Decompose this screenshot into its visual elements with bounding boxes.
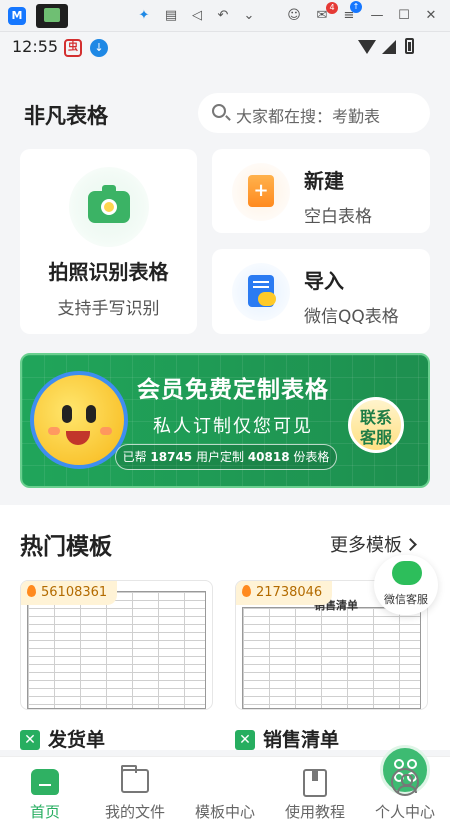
banner-title: 会员免费定制表格 <box>137 377 329 403</box>
new-sheet-card[interactable]: + 新建 空白表格 <box>212 149 430 233</box>
battery-icon <box>405 38 414 54</box>
maximize-icon[interactable]: ☐ <box>395 7 413 25</box>
banner-stats: 已帮 18745 用户定制 40818 份表格 <box>115 444 337 470</box>
wechat-icon <box>392 561 422 585</box>
undo-icon[interactable]: ↶ <box>214 7 232 25</box>
template-name[interactable]: ✕ 发货单 <box>20 725 105 752</box>
mail-badge: 4 <box>326 2 338 14</box>
template-preview <box>242 607 421 709</box>
search-placeholder: 大家都在搜：考勤表 <box>236 107 381 126</box>
import-card-subtitle: 微信QQ表格 <box>304 307 399 327</box>
membership-banner[interactable]: 会员免费定制表格 私人订制仅您可见 已帮 18745 用户定制 40818 份表… <box>20 353 430 488</box>
hot-templates-section: 热门模板 更多模板 56108361 21738046 销售清单 ✕ 发货单 ✕ 销… <box>0 505 450 752</box>
keyboard-icon[interactable]: ▤ <box>162 7 180 25</box>
nav-item-tutorial[interactable]: 使用教程 <box>270 757 360 830</box>
heat-badge: 56108361 <box>21 581 118 605</box>
template-preview <box>27 591 206 709</box>
photo-card-subtitle: 支持手写识别 <box>57 299 160 319</box>
section-title: 热门模板 <box>20 534 112 560</box>
app-icon-blue[interactable]: M <box>8 7 26 25</box>
folder-icon <box>121 765 149 793</box>
new-doc-icon: + <box>248 175 274 207</box>
new-card-subtitle: 空白表格 <box>304 207 372 227</box>
import-sheet-card[interactable]: 导入 微信QQ表格 <box>212 249 430 334</box>
wechat-service-float-button[interactable]: 微信客服 <box>374 555 438 615</box>
notification-app-icon: 虫 <box>64 39 82 57</box>
photo-recognize-card[interactable]: 拍照识别表格 支持手写识别 <box>20 149 197 334</box>
banner-subtitle: 私人订制仅您可见 <box>153 416 313 437</box>
flame-icon <box>242 585 251 597</box>
book-icon <box>303 769 327 797</box>
close-icon[interactable]: ✕ <box>422 7 440 25</box>
chevron-down-icon[interactable]: ⌄ <box>240 7 258 25</box>
butterfly-icon[interactable]: ✦ <box>135 7 153 25</box>
chevron-right-icon <box>404 538 417 551</box>
template-name[interactable]: ✕ 销售清单 <box>235 725 339 752</box>
camera-icon <box>88 185 130 223</box>
user-icon[interactable]: ☺ <box>285 7 303 25</box>
app-thumbnail[interactable] <box>36 4 68 28</box>
nav-item-profile[interactable]: 个人中心 <box>360 757 450 830</box>
volume-icon[interactable]: ◁ <box>188 7 206 25</box>
search-bar[interactable]: 大家都在搜：考勤表 <box>198 93 430 133</box>
new-doc-icon-bg: + <box>232 163 290 221</box>
contact-service-button[interactable]: 联系 客服 <box>348 397 404 453</box>
flame-icon <box>27 585 36 597</box>
minimize-icon[interactable]: — <box>368 7 386 25</box>
heat-badge: 21738046 <box>236 581 333 605</box>
wifi-icon <box>358 40 376 54</box>
status-time: 12:55 <box>12 37 59 56</box>
template-card[interactable]: 56108361 <box>20 580 213 710</box>
signal-icon <box>382 40 396 54</box>
import-doc-icon <box>248 275 276 307</box>
download-icon: ↓ <box>90 39 108 57</box>
app-title: 非凡表格 <box>24 104 108 128</box>
photo-card-title: 拍照识别表格 <box>48 260 169 284</box>
nav-item-my-files[interactable]: 我的文件 <box>90 757 180 830</box>
new-card-title: 新建 <box>304 169 344 193</box>
forms-count: 40818 <box>247 450 290 464</box>
mascot-icon <box>30 371 128 469</box>
search-icon <box>212 104 226 118</box>
nav-item-home[interactable]: 首页 <box>0 757 90 830</box>
excel-icon: ✕ <box>20 730 40 750</box>
upload-badge-icon: ↑ <box>350 1 362 13</box>
users-count: 18745 <box>150 450 193 464</box>
excel-icon: ✕ <box>235 730 255 750</box>
status-bar: 12:55 虫 ↓ <box>0 32 450 62</box>
wechat-service-label: 微信客服 <box>384 593 428 606</box>
import-card-title: 导入 <box>304 269 344 293</box>
person-icon <box>391 768 419 796</box>
bottom-nav: 首页 我的文件 模板中心 使用教程 个人中心 <box>0 745 450 830</box>
home-icon <box>31 769 59 795</box>
import-doc-icon-bg <box>232 263 290 321</box>
host-window-bar: M ✦ ▤ ◁ ↶ ⌄ ☺ ✉ 4 ≡ ↑ — ☐ ✕ <box>0 0 450 32</box>
more-templates-link[interactable]: 更多模板 <box>330 531 417 557</box>
nav-item-template-center[interactable]: 模板中心 <box>180 745 430 830</box>
